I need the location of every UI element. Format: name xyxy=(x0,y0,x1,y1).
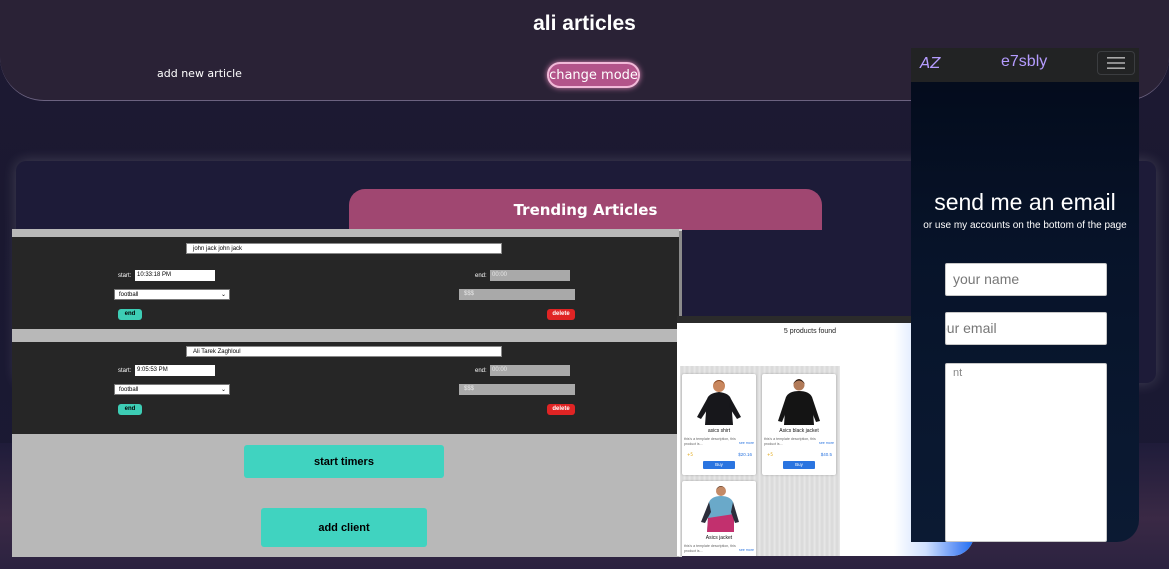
game-select-value: football xyxy=(119,387,139,393)
contact-panel: AZ e7sbly send me an email or use my acc… xyxy=(911,48,1139,542)
product-image xyxy=(687,484,751,532)
product-price: $20.16 xyxy=(738,452,752,457)
product-description: this's a template description, this prod… xyxy=(684,544,736,553)
product-description: this's a template description, this prod… xyxy=(684,437,736,446)
timer-window: john jack john jack start: 10:33:18 PM e… xyxy=(12,229,682,557)
contact-navbar: AZ e7sbly xyxy=(911,48,1139,82)
product-price: $40.5 xyxy=(820,452,832,457)
site-title: ali articles xyxy=(533,12,636,35)
end-button[interactable]: end xyxy=(118,404,142,415)
rating-stars: +5 xyxy=(687,452,693,457)
game-select-value: football xyxy=(119,292,139,298)
product-description: this's a template description, this prod… xyxy=(764,437,816,446)
add-client-button[interactable]: add client xyxy=(261,508,427,547)
buy-button[interactable]: Buy xyxy=(783,461,815,469)
start-time-field[interactable]: 9:05:53 PM xyxy=(135,365,215,376)
trending-title: Trending Articles xyxy=(349,189,822,230)
contact-title: send me an email xyxy=(934,189,1116,215)
price-field: $$$ xyxy=(459,384,575,395)
start-label: start: xyxy=(118,368,132,374)
product-card[interactable]: Asics jacket this's a template descripti… xyxy=(682,481,756,556)
game-select[interactable]: football ⌄ xyxy=(114,384,230,395)
shop-top-strip xyxy=(677,316,943,323)
add-article-link[interactable]: add new article xyxy=(157,67,242,80)
end-button[interactable]: end xyxy=(118,309,142,320)
products-count: 5 products found xyxy=(783,328,837,335)
hamburger-icon xyxy=(1107,57,1125,69)
see-more-link[interactable]: see more xyxy=(739,441,754,445)
product-card[interactable]: Asics black jacket this's a template des… xyxy=(762,374,836,475)
delete-button[interactable]: delete xyxy=(547,404,575,415)
email-input[interactable]: our email xyxy=(945,312,1107,345)
start-time-field[interactable]: 10:33:18 PM xyxy=(135,270,215,281)
change-mode-button[interactable]: change mode xyxy=(547,62,640,88)
message-textarea[interactable]: nt xyxy=(945,363,1107,542)
client-name-field[interactable]: john jack john jack xyxy=(186,243,502,254)
game-select[interactable]: football ⌄ xyxy=(114,289,230,300)
product-image xyxy=(767,377,831,425)
buy-button[interactable]: Buy xyxy=(703,461,735,469)
start-timers-button[interactable]: start timers xyxy=(244,445,444,478)
price-field: $$$ xyxy=(459,289,575,300)
menu-toggle-button[interactable] xyxy=(1097,51,1135,75)
client-timer-card: Ali Tarek Zaghloul start: 9:05:53 PM end… xyxy=(12,342,679,434)
brand-logo[interactable]: AZ xyxy=(920,54,941,72)
product-title: Asics black jacket xyxy=(779,428,819,434)
end-time-field: 00:00 xyxy=(490,270,570,281)
name-input[interactable]: your name xyxy=(945,263,1107,296)
see-more-link[interactable]: see more xyxy=(819,441,834,445)
see-more-link[interactable]: see more xyxy=(739,548,754,552)
start-label: start: xyxy=(118,273,132,279)
end-time-field: 00:00 xyxy=(490,365,570,376)
end-label: end: xyxy=(475,273,487,279)
product-card[interactable]: asics shirt this's a template descriptio… xyxy=(682,374,756,475)
end-label: end: xyxy=(475,368,487,374)
chevron-down-icon: ⌄ xyxy=(220,292,226,298)
product-image xyxy=(687,377,751,425)
client-name-field[interactable]: Ali Tarek Zaghloul xyxy=(186,346,502,357)
product-title: Asics jacket xyxy=(705,535,733,541)
rating-stars: +5 xyxy=(767,452,773,457)
delete-button[interactable]: delete xyxy=(547,309,575,320)
contact-subtitle: or use my accounts on the bottom of the … xyxy=(923,220,1127,231)
product-title: asics shirt xyxy=(707,428,731,434)
brand-name[interactable]: e7sbly xyxy=(1001,53,1047,71)
chevron-down-icon: ⌄ xyxy=(220,387,226,393)
client-timer-card: john jack john jack start: 10:33:18 PM e… xyxy=(12,237,679,329)
